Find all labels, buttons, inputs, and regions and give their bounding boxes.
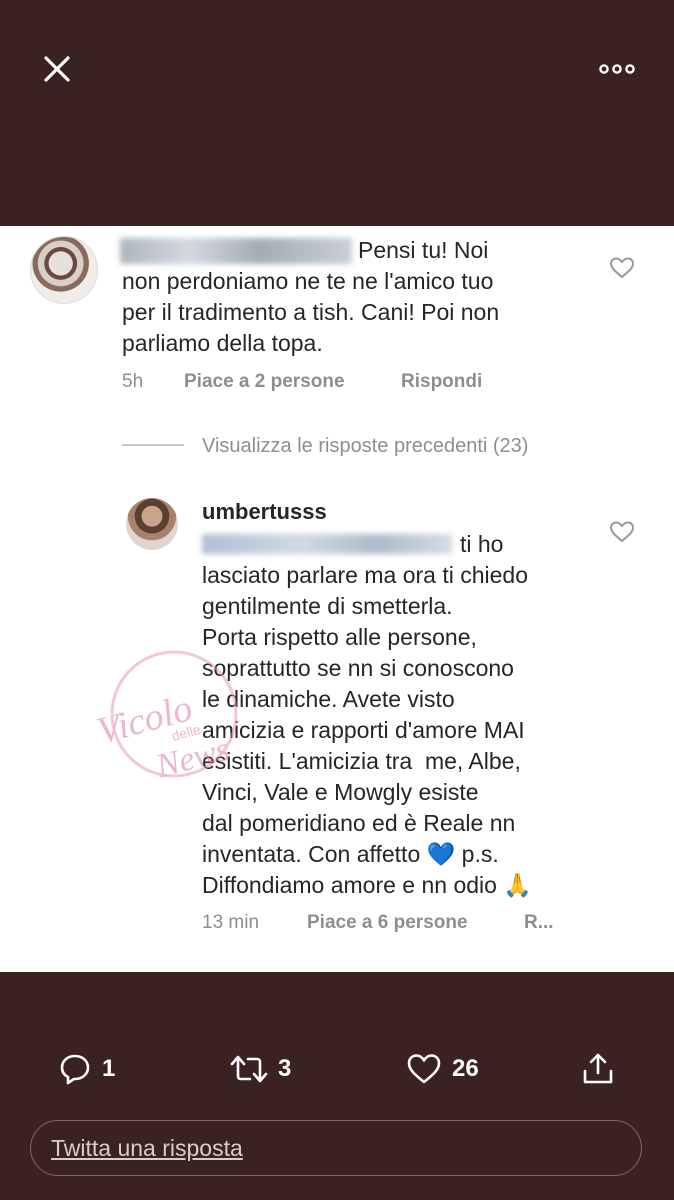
- share-icon: [583, 1053, 613, 1084]
- comment-screenshot: Pensi tu! Noi non perdoniamo ne te ne l'…: [0, 226, 674, 972]
- comment-username: umbertusss: [202, 499, 327, 524]
- more-button[interactable]: [596, 56, 638, 82]
- view-previous-replies: Visualizza le risposte precedenti (23): [202, 435, 529, 457]
- share-button[interactable]: [580, 1040, 616, 1098]
- comment-text-line: Vinci, Vale e Mowgly esiste: [202, 779, 479, 805]
- close-icon: [44, 56, 70, 82]
- tweet-actions: 1 3 26: [0, 1040, 674, 1100]
- like-count: 26: [452, 1055, 479, 1082]
- comment-text-line: le dinamiche. Avete visto: [202, 686, 455, 712]
- more-icon: [599, 64, 635, 74]
- like-button[interactable]: 26: [406, 1040, 479, 1098]
- comment-text-line: non perdoniamo ne te ne l'amico tuo: [122, 268, 494, 294]
- comment-text-line: Pensi tu! Noi: [358, 237, 489, 263]
- reply-link: Rispondi: [401, 371, 483, 392]
- comment-time: 5h: [122, 371, 144, 392]
- comment-text-line: amicizia e rapporti d'amore MAI: [202, 717, 525, 743]
- reply-link: R...: [524, 912, 554, 933]
- reply-count: 1: [102, 1055, 116, 1082]
- top-bar: [0, 0, 674, 226]
- comment-text-line: ti ho: [460, 531, 504, 557]
- comment-time: 13 min: [202, 912, 260, 933]
- heart-icon: [407, 1054, 441, 1084]
- retweet-button[interactable]: 3: [230, 1040, 291, 1098]
- umbertusss-avatar: [126, 498, 178, 550]
- comment-text-line: soprattutto se nn si conoscono: [202, 655, 514, 681]
- comment-text-line: lasciato parlare ma ora ti chiedo: [202, 562, 528, 588]
- close-button[interactable]: [40, 52, 74, 86]
- divider: [122, 444, 184, 446]
- censored-mention: [202, 534, 452, 554]
- svg-text:Vicolo: Vicolo: [93, 687, 197, 753]
- comment-likes: Piace a 2 persone: [184, 371, 345, 392]
- retweet-icon: [230, 1055, 268, 1083]
- heart-icon: [609, 521, 635, 543]
- comment-text-line: dal pomeridiano ed è Reale nn: [202, 810, 516, 836]
- comment-text-line: Porta rispetto alle persone,: [202, 624, 477, 650]
- svg-text:delle: delle: [170, 721, 203, 744]
- comment-text-line: esistiti. L'amicizia tra me, Albe,: [202, 748, 521, 774]
- comment-text-line: parliamo della topa.: [122, 330, 323, 356]
- comment-likes: Piace a 6 persone: [307, 912, 468, 933]
- censored-username: [120, 238, 352, 264]
- comment-text-line: inventata. Con affetto 💙 p.s.: [202, 841, 499, 867]
- reply-button[interactable]: 1: [58, 1040, 115, 1098]
- comment-text-line: gentilmente di smetterla.: [202, 593, 453, 619]
- retweet-count: 3: [278, 1055, 292, 1082]
- reply-placeholder: Twitta una risposta: [51, 1135, 243, 1161]
- heart-icon: [609, 257, 635, 279]
- comment-icon: [60, 1054, 90, 1085]
- reply-input[interactable]: Twitta una risposta: [30, 1120, 642, 1176]
- comment-text-line: per il tradimento a tish. Cani! Poi non: [122, 299, 500, 325]
- commenter-avatar: [30, 236, 98, 304]
- comment-text-line: Diffondiamo amore e nn odio 🙏: [202, 872, 532, 898]
